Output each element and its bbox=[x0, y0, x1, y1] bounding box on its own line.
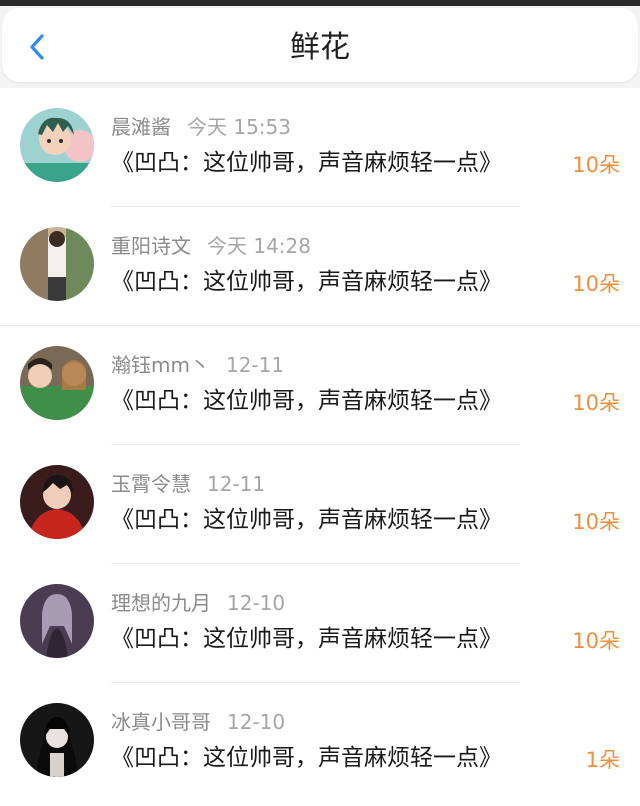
nickname[interactable]: 理想的九月 bbox=[111, 591, 211, 615]
list-item[interactable]: 玉霄令慧 12-11 《凹凸：这位帅哥，声音麻烦轻一点》 10朵 bbox=[0, 445, 640, 564]
timestamp: 12-11 bbox=[207, 472, 266, 496]
nickname[interactable]: 重阳诗文 bbox=[111, 234, 191, 258]
comment-text: 《凹凸：这位帅哥，声音麻烦轻一点》 bbox=[111, 388, 502, 414]
avatar[interactable] bbox=[20, 584, 94, 658]
flower-list: 晨滩酱 今天 15:53 《凹凸：这位帅哥，声音麻烦轻一点》 10朵 重阳诗文 今天… bbox=[0, 88, 640, 806]
flower-count: 10朵 bbox=[572, 153, 620, 177]
avatar[interactable] bbox=[20, 227, 94, 301]
item-meta: 瀚钰mm丶 12-11 bbox=[111, 352, 284, 378]
nickname[interactable]: 冰真小哥哥 bbox=[111, 710, 211, 734]
item-meta: 玉霄令慧 12-11 bbox=[111, 471, 265, 497]
avatar[interactable] bbox=[20, 465, 94, 539]
avatar[interactable] bbox=[20, 346, 94, 420]
comment-text: 《凹凸：这位帅哥，声音麻烦轻一点》 bbox=[111, 626, 502, 652]
timestamp: 今天 14:28 bbox=[207, 234, 311, 258]
list-item[interactable]: 瀚钰mm丶 12-11 《凹凸：这位帅哥，声音麻烦轻一点》 10朵 bbox=[0, 326, 640, 445]
item-meta: 冰真小哥哥 12-10 bbox=[111, 709, 285, 735]
flower-count: 1朵 bbox=[585, 748, 620, 772]
list-item[interactable]: 理想的九月 12-10 《凹凸：这位帅哥，声音麻烦轻一点》 10朵 bbox=[0, 564, 640, 683]
timestamp: 12-10 bbox=[227, 710, 286, 734]
timestamp: 12-11 bbox=[225, 353, 285, 377]
comment-text: 《凹凸：这位帅哥，声音麻烦轻一点》 bbox=[111, 269, 502, 295]
status-bar bbox=[0, 0, 640, 6]
comment-text: 《凹凸：这位帅哥，声音麻烦轻一点》 bbox=[111, 150, 502, 176]
page-title: 鲜花 bbox=[290, 30, 350, 65]
list-item[interactable]: 晨滩酱 今天 15:53 《凹凸：这位帅哥，声音麻烦轻一点》 10朵 bbox=[0, 88, 640, 207]
item-meta: 理想的九月 12-10 bbox=[111, 590, 285, 616]
flower-count: 10朵 bbox=[572, 272, 620, 296]
timestamp: 今天 15:53 bbox=[187, 115, 291, 139]
nickname[interactable]: 瀚钰mm丶 bbox=[111, 353, 210, 377]
list-item[interactable]: 重阳诗文 今天 14:28 《凹凸：这位帅哥，声音麻烦轻一点》 10朵 bbox=[0, 207, 640, 326]
item-meta: 晨滩酱 今天 15:53 bbox=[111, 114, 291, 140]
nav-header: 鲜花 bbox=[2, 8, 638, 82]
nickname[interactable]: 玉霄令慧 bbox=[111, 472, 191, 496]
flower-count: 10朵 bbox=[572, 629, 620, 653]
item-meta: 重阳诗文 今天 14:28 bbox=[111, 233, 311, 259]
list-item[interactable]: 冰真小哥哥 12-10 《凹凸：这位帅哥，声音麻烦轻一点》 1朵 bbox=[0, 683, 640, 802]
comment-text: 《凹凸：这位帅哥，声音麻烦轻一点》 bbox=[111, 507, 502, 533]
flower-count: 10朵 bbox=[572, 510, 620, 534]
timestamp: 12-10 bbox=[227, 591, 286, 615]
comment-text: 《凹凸：这位帅哥，声音麻烦轻一点》 bbox=[111, 745, 502, 771]
flower-count: 10朵 bbox=[572, 391, 620, 415]
avatar[interactable] bbox=[20, 703, 94, 777]
nickname[interactable]: 晨滩酱 bbox=[111, 115, 171, 139]
avatar[interactable] bbox=[20, 108, 94, 182]
